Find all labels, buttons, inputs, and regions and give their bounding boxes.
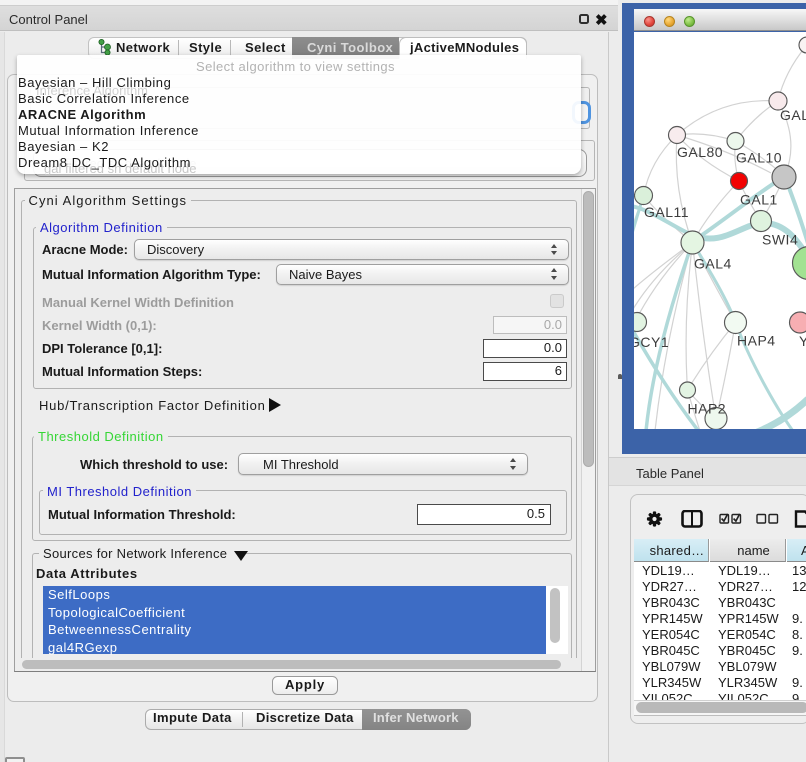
svg-text:GAL11: GAL11 — [644, 204, 689, 220]
svg-text:HAP2: HAP2 — [688, 401, 727, 417]
svg-text:GAL80: GAL80 — [677, 144, 723, 160]
svg-text:SWI4: SWI4 — [762, 232, 798, 248]
svg-text:GCY1: GCY1 — [634, 334, 669, 350]
svg-text:GAL4: GAL4 — [694, 256, 732, 272]
svg-text:YMR0: YMR0 — [799, 333, 806, 349]
svg-text:GAL10: GAL10 — [736, 150, 782, 166]
svg-text:GAL2: GAL2 — [780, 107, 806, 123]
svg-text:HAP4: HAP4 — [737, 333, 776, 349]
svg-text:GAL1: GAL1 — [740, 192, 778, 208]
